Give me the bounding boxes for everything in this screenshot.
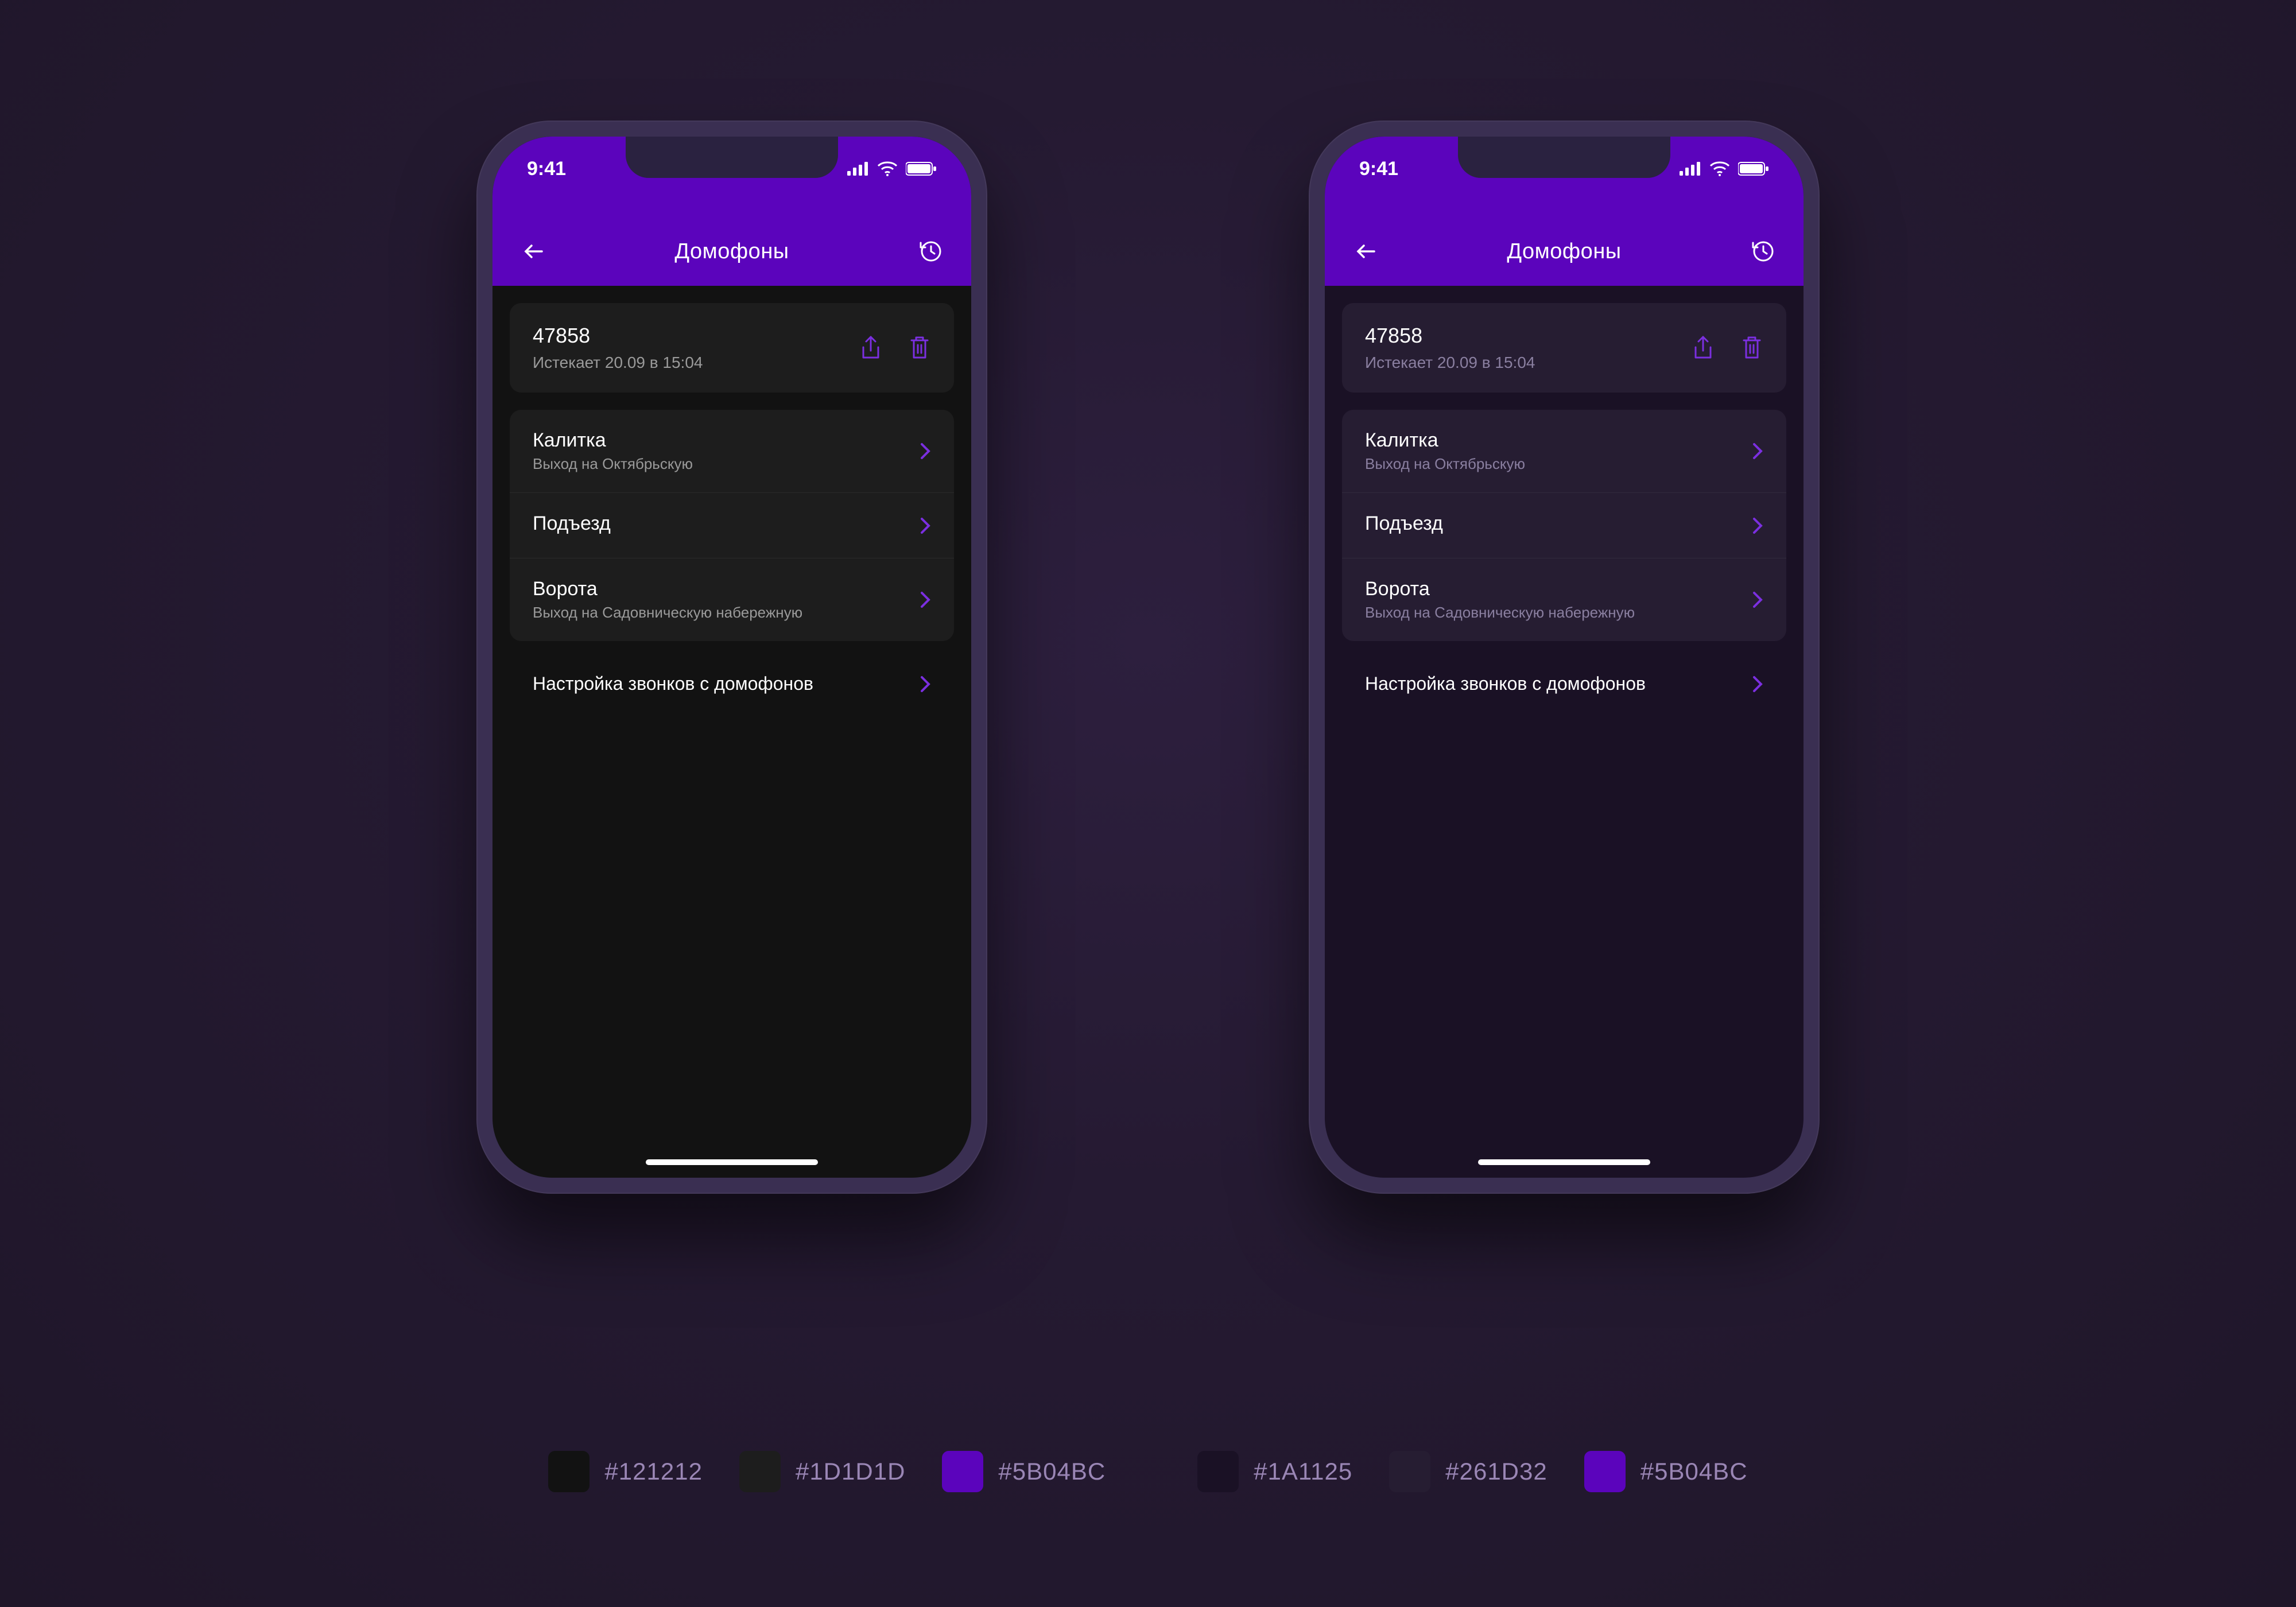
palette-legend: #121212 #1D1D1D #5B04BC #1A1125 #261D32 (0, 1451, 2296, 1492)
swatch-label: #5B04BC (1640, 1458, 1748, 1485)
chevron-right-icon (920, 442, 931, 460)
chevron-right-icon (920, 675, 931, 693)
chevron-right-icon (920, 591, 931, 609)
chevron-right-icon (1752, 675, 1763, 693)
swatch: #5B04BC (942, 1451, 1106, 1492)
swatch-box (548, 1451, 589, 1492)
history-button[interactable] (1747, 236, 1777, 266)
swatch-box (1584, 1451, 1626, 1492)
page-title: Домофоны (549, 239, 915, 264)
battery-icon (1738, 161, 1769, 176)
access-code-card: 47858 Истекает 20.09 в 15:04 (510, 303, 954, 393)
swatch-label: #5B04BC (998, 1458, 1106, 1485)
swatch-box (739, 1451, 781, 1492)
palette-right: #1A1125 #261D32 #5B04BC (1197, 1451, 1747, 1492)
door-row-kalitka[interactable]: Калитка Выход на Октябрьскую (1342, 410, 1786, 493)
door-subtitle: Выход на Октябрьскую (1365, 455, 1525, 473)
swatch: #1D1D1D (739, 1451, 905, 1492)
device-notch (626, 137, 838, 178)
access-code-expiry: Истекает 20.09 в 15:04 (1365, 354, 1535, 372)
door-list: Калитка Выход на Октябрьскую Подъезд (510, 410, 954, 641)
swatch-box (1197, 1451, 1239, 1492)
intercom-settings-row[interactable]: Настройка звонков с домофонов (510, 658, 954, 709)
chevron-right-icon (1752, 442, 1763, 460)
swatch-label: #1D1D1D (796, 1458, 905, 1485)
chevron-right-icon (1752, 517, 1763, 535)
access-code-card: 47858 Истекает 20.09 в 15:04 (1342, 303, 1786, 393)
access-code: 47858 (533, 324, 703, 348)
swatch-label: #261D32 (1445, 1458, 1547, 1485)
door-subtitle: Выход на Садовническую набережную (533, 604, 802, 622)
battery-icon (906, 161, 937, 176)
status-time: 9:41 (1359, 158, 1398, 180)
door-title: Подъезд (533, 513, 611, 535)
history-button[interactable] (915, 236, 945, 266)
wifi-icon (1709, 161, 1730, 176)
door-title: Ворота (533, 578, 802, 600)
door-row-kalitka[interactable]: Калитка Выход на Октябрьскую (510, 410, 954, 493)
status-indicators (847, 161, 937, 176)
palette-left: #121212 #1D1D1D #5B04BC (548, 1451, 1106, 1492)
intercom-settings-row[interactable]: Настройка звонков с домофонов (1342, 658, 1786, 709)
delete-button[interactable] (908, 335, 931, 361)
swatch: #121212 (548, 1451, 703, 1492)
share-button[interactable] (1691, 335, 1715, 361)
door-row-vorota[interactable]: Ворота Выход на Садовническую набережную (1342, 558, 1786, 641)
door-row-vorota[interactable]: Ворота Выход на Садовническую набережную (510, 558, 954, 641)
swatch-label: #1A1125 (1254, 1458, 1352, 1485)
swatch-box (942, 1451, 983, 1492)
chevron-right-icon (920, 517, 931, 535)
delete-button[interactable] (1740, 335, 1763, 361)
page-title: Домофоны (1381, 239, 1747, 264)
back-button[interactable] (519, 236, 549, 266)
swatch-label: #121212 (604, 1458, 703, 1485)
door-title: Подъезд (1365, 513, 1443, 535)
door-row-podezd[interactable]: Подъезд (510, 493, 954, 558)
signal-icon (847, 162, 869, 176)
door-row-podezd[interactable]: Подъезд (1342, 493, 1786, 558)
access-code: 47858 (1365, 324, 1535, 348)
access-code-expiry: Истекает 20.09 в 15:04 (533, 354, 703, 372)
signal-icon (1680, 162, 1701, 176)
settings-label: Настройка звонков с домофонов (533, 673, 813, 694)
door-title: Ворота (1365, 578, 1635, 600)
chevron-right-icon (1752, 591, 1763, 609)
phone-mockup-tinted: 9:41 (1309, 121, 1820, 1194)
swatch-box (1389, 1451, 1430, 1492)
settings-label: Настройка звонков с домофонов (1365, 673, 1646, 694)
device-notch (1458, 137, 1670, 178)
swatch: #1A1125 (1197, 1451, 1352, 1492)
door-title: Калитка (533, 429, 693, 452)
wifi-icon (877, 161, 898, 176)
door-list: Калитка Выход на Октябрьскую Подъезд (1342, 410, 1786, 641)
home-indicator[interactable] (646, 1159, 818, 1165)
swatch: #261D32 (1389, 1451, 1547, 1492)
back-button[interactable] (1351, 236, 1381, 266)
door-subtitle: Выход на Садовническую набережную (1365, 604, 1635, 622)
door-subtitle: Выход на Октябрьскую (533, 455, 693, 473)
swatch: #5B04BC (1584, 1451, 1748, 1492)
phone-mockup-dark: 9:41 (476, 121, 987, 1194)
share-button[interactable] (859, 335, 883, 361)
status-time: 9:41 (527, 158, 566, 180)
door-title: Калитка (1365, 429, 1525, 452)
home-indicator[interactable] (1478, 1159, 1650, 1165)
status-indicators (1680, 161, 1769, 176)
